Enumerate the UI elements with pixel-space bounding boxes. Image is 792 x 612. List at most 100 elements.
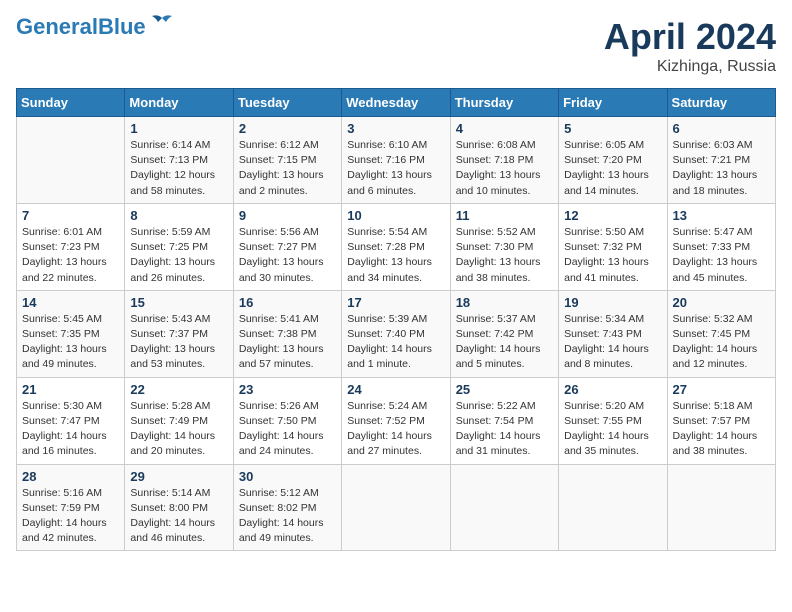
cell-info: Sunrise: 6:14 AMSunset: 7:13 PMDaylight:… [130,138,227,199]
calendar-cell: 26 Sunrise: 5:20 AMSunset: 7:55 PMDayligh… [559,377,667,464]
day-number: 25 [456,382,553,397]
calendar-cell: 20Sunrise: 5:32 AMSunset: 7:45 PMDayligh… [667,290,775,377]
calendar-cell: 2 Sunrise: 6:12 AMSunset: 7:15 PMDaylight… [233,117,341,204]
day-number: 14 [22,295,119,310]
cell-info: Sunrise: 5:39 AMSunset: 7:40 PMDaylight:… [347,312,444,373]
day-number: 19 [564,295,661,310]
logo-text: GeneralBlue [16,16,146,38]
cell-info: Sunrise: 5:41 AMSunset: 7:38 PMDaylight:… [239,312,336,373]
cell-info: Sunrise: 5:14 AMSunset: 8:00 PMDaylight:… [130,486,227,547]
calendar-cell: 23 Sunrise: 5:26 AMSunset: 7:50 PMDayligh… [233,377,341,464]
week-row-1: 1Sunrise: 6:14 AMSunset: 7:13 PMDaylight… [17,117,776,204]
title-block: April 2024 Kizhinga, Russia [604,16,776,76]
calendar-cell: 24 Sunrise: 5:24 AMSunset: 7:52 PMDayligh… [342,377,450,464]
week-row-4: 21 Sunrise: 5:30 AMSunset: 7:47 PMDayligh… [17,377,776,464]
day-number: 9 [239,208,336,223]
calendar-header-row: SundayMondayTuesdayWednesdayThursdayFrid… [17,89,776,117]
day-number: 12 [564,208,661,223]
day-number: 6 [673,121,770,136]
calendar-cell: 3 Sunrise: 6:10 AMSunset: 7:16 PMDaylight… [342,117,450,204]
calendar-cell: 25 Sunrise: 5:22 AMSunset: 7:54 PMDayligh… [450,377,558,464]
calendar-cell: 9 Sunrise: 5:56 AMSunset: 7:27 PMDaylight… [233,203,341,290]
day-number: 21 [22,382,119,397]
calendar-cell: 1Sunrise: 6:14 AMSunset: 7:13 PMDaylight… [125,117,233,204]
day-number: 8 [130,208,227,223]
day-number: 29 [130,469,227,484]
cell-info: Sunrise: 5:56 AMSunset: 7:27 PMDaylight:… [239,225,336,286]
cell-info: Sunrise: 5:47 AMSunset: 7:33 PMDaylight:… [673,225,770,286]
cell-info: Sunrise: 5:16 AMSunset: 7:59 PMDaylight:… [22,486,119,547]
cell-info: Sunrise: 5:32 AMSunset: 7:45 PMDaylight:… [673,312,770,373]
cell-info: Sunrise: 5:26 AMSunset: 7:50 PMDaylight:… [239,399,336,460]
day-number: 24 [347,382,444,397]
cell-info: Sunrise: 5:34 AMSunset: 7:43 PMDaylight:… [564,312,661,373]
cell-info: Sunrise: 5:22 AMSunset: 7:54 PMDaylight:… [456,399,553,460]
calendar-table: SundayMondayTuesdayWednesdayThursdayFrid… [16,88,776,551]
calendar-cell: 22 Sunrise: 5:28 AMSunset: 7:49 PMDayligh… [125,377,233,464]
day-number: 3 [347,121,444,136]
day-number: 16 [239,295,336,310]
cell-info: Sunrise: 5:28 AMSunset: 7:49 PMDaylight:… [130,399,227,460]
calendar-cell: 12 Sunrise: 5:50 AMSunset: 7:32 PMDayligh… [559,203,667,290]
calendar-cell: 4 Sunrise: 6:08 AMSunset: 7:18 PMDaylight… [450,117,558,204]
day-number: 4 [456,121,553,136]
calendar-cell: 10 Sunrise: 5:54 AMSunset: 7:28 PMDayligh… [342,203,450,290]
cell-info: Sunrise: 5:20 AMSunset: 7:55 PMDaylight:… [564,399,661,460]
column-header-thursday: Thursday [450,89,558,117]
week-row-3: 14Sunrise: 5:45 AMSunset: 7:35 PMDayligh… [17,290,776,377]
cell-info: Sunrise: 5:37 AMSunset: 7:42 PMDaylight:… [456,312,553,373]
logo-bird-icon [148,14,176,32]
day-number: 5 [564,121,661,136]
cell-info: Sunrise: 5:43 AMSunset: 7:37 PMDaylight:… [130,312,227,373]
calendar-cell: 15 Sunrise: 5:43 AMSunset: 7:37 PMDayligh… [125,290,233,377]
logo: GeneralBlue [16,16,176,38]
calendar-cell [559,464,667,551]
cell-info: Sunrise: 6:08 AMSunset: 7:18 PMDaylight:… [456,138,553,199]
day-number: 26 [564,382,661,397]
calendar-cell: 21 Sunrise: 5:30 AMSunset: 7:47 PMDayligh… [17,377,125,464]
column-header-saturday: Saturday [667,89,775,117]
calendar-cell: 27Sunrise: 5:18 AMSunset: 7:57 PMDayligh… [667,377,775,464]
cell-info: Sunrise: 6:05 AMSunset: 7:20 PMDaylight:… [564,138,661,199]
cell-info: Sunrise: 6:12 AMSunset: 7:15 PMDaylight:… [239,138,336,199]
column-header-tuesday: Tuesday [233,89,341,117]
cell-info: Sunrise: 5:50 AMSunset: 7:32 PMDaylight:… [564,225,661,286]
day-number: 2 [239,121,336,136]
calendar-cell: 7Sunrise: 6:01 AMSunset: 7:23 PMDaylight… [17,203,125,290]
calendar-cell [450,464,558,551]
column-header-sunday: Sunday [17,89,125,117]
cell-info: Sunrise: 6:03 AMSunset: 7:21 PMDaylight:… [673,138,770,199]
cell-info: Sunrise: 5:24 AMSunset: 7:52 PMDaylight:… [347,399,444,460]
calendar-cell: 30 Sunrise: 5:12 AMSunset: 8:02 PMDayligh… [233,464,341,551]
cell-info: Sunrise: 5:30 AMSunset: 7:47 PMDaylight:… [22,399,119,460]
cell-info: Sunrise: 5:12 AMSunset: 8:02 PMDaylight:… [239,486,336,547]
location: Kizhinga, Russia [604,58,776,76]
calendar-cell: 5 Sunrise: 6:05 AMSunset: 7:20 PMDaylight… [559,117,667,204]
calendar-cell: 29 Sunrise: 5:14 AMSunset: 8:00 PMDayligh… [125,464,233,551]
cell-info: Sunrise: 5:59 AMSunset: 7:25 PMDaylight:… [130,225,227,286]
week-row-2: 7Sunrise: 6:01 AMSunset: 7:23 PMDaylight… [17,203,776,290]
day-number: 15 [130,295,227,310]
month-title: April 2024 [604,16,776,58]
calendar-cell: 11Sunrise: 5:52 AMSunset: 7:30 PMDayligh… [450,203,558,290]
column-header-friday: Friday [559,89,667,117]
week-row-5: 28Sunrise: 5:16 AMSunset: 7:59 PMDayligh… [17,464,776,551]
day-number: 30 [239,469,336,484]
calendar-cell: 13 Sunrise: 5:47 AMSunset: 7:33 PMDayligh… [667,203,775,290]
cell-info: Sunrise: 5:54 AMSunset: 7:28 PMDaylight:… [347,225,444,286]
day-number: 11 [456,208,553,223]
calendar-cell: 19 Sunrise: 5:34 AMSunset: 7:43 PMDayligh… [559,290,667,377]
day-number: 13 [673,208,770,223]
day-number: 10 [347,208,444,223]
cell-info: Sunrise: 6:10 AMSunset: 7:16 PMDaylight:… [347,138,444,199]
calendar-cell: 6 Sunrise: 6:03 AMSunset: 7:21 PMDaylight… [667,117,775,204]
day-number: 27 [673,382,770,397]
day-number: 18 [456,295,553,310]
day-number: 17 [347,295,444,310]
calendar-cell [342,464,450,551]
calendar-cell: 17 Sunrise: 5:39 AMSunset: 7:40 PMDayligh… [342,290,450,377]
day-number: 22 [130,382,227,397]
calendar-cell: 16 Sunrise: 5:41 AMSunset: 7:38 PMDayligh… [233,290,341,377]
calendar-cell: 28Sunrise: 5:16 AMSunset: 7:59 PMDayligh… [17,464,125,551]
day-number: 23 [239,382,336,397]
